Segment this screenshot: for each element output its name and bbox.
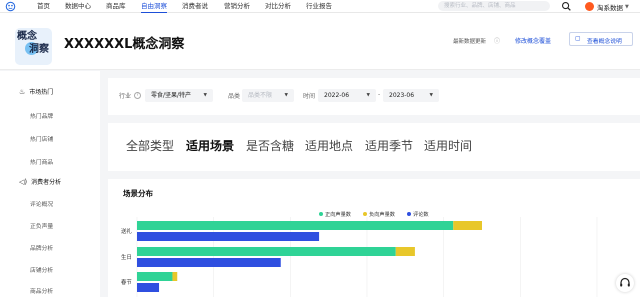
bar-positive bbox=[137, 247, 396, 256]
tab-3[interactable]: 适用地点 bbox=[305, 137, 353, 154]
category-label: 生日 bbox=[121, 253, 132, 261]
time-separator: - bbox=[378, 91, 381, 98]
industry-label: 行业 bbox=[119, 93, 132, 100]
app-logo-icon[interactable] bbox=[5, 1, 16, 12]
concept-insight-logo: 概念 洞察 bbox=[15, 28, 52, 65]
tab-4[interactable]: 适用季节 bbox=[365, 137, 413, 154]
help-icon[interactable]: ? bbox=[134, 92, 141, 99]
category-label: 品类 bbox=[228, 93, 241, 100]
support-button[interactable] bbox=[616, 274, 634, 292]
time-end-select[interactable]: 2023-06 ▼ bbox=[383, 89, 439, 102]
bar-reviews bbox=[137, 232, 320, 241]
logo-text-line2: 洞察 bbox=[29, 44, 49, 55]
bar-negative bbox=[172, 272, 178, 281]
sidebar-section-market[interactable]: ♨ 市场热门 bbox=[19, 87, 54, 97]
sidebar-item-product-analysis[interactable]: 商品分析 bbox=[30, 286, 53, 295]
caret-down-icon: ▼ bbox=[366, 93, 370, 98]
bar-reviews bbox=[137, 258, 281, 267]
nav-item-0[interactable]: 首页 bbox=[37, 0, 50, 13]
sidebar-item-hot-brands[interactable]: 热门品牌 bbox=[30, 111, 53, 120]
sidebar-item-shop-analysis[interactable]: 店铺分析 bbox=[30, 265, 53, 274]
caret-down-icon: ▼ bbox=[429, 93, 433, 98]
tab-0[interactable]: 全部类型 bbox=[126, 137, 174, 154]
category-select[interactable]: 品类不限 ▼ bbox=[242, 89, 294, 102]
tab-2[interactable]: 是否含糖 bbox=[246, 137, 294, 154]
logo-text-line1: 概念 bbox=[17, 31, 37, 42]
sidebar: ♨ 市场热门 热门品牌 热门店铺 热门商品 ◁) 消费者分析 评论概况 正负声量… bbox=[0, 71, 100, 297]
page-title: XXXXXXL概念洞察 bbox=[64, 37, 185, 52]
view-concept-button[interactable]: ▢ 查看概念说明 bbox=[569, 32, 633, 46]
nav-item-7[interactable]: 行业报告 bbox=[306, 0, 332, 13]
speaker-icon: ◁) bbox=[19, 177, 28, 186]
headset-icon bbox=[620, 277, 630, 287]
industry-value: 零食/坚果/特产 bbox=[151, 92, 192, 99]
nav-item-2[interactable]: 商品库 bbox=[106, 0, 126, 13]
brand-switcher[interactable]: 淘系数据 ▼ bbox=[585, 1, 629, 12]
legend-swatch bbox=[407, 212, 411, 216]
info-icon[interactable]: ⓘ bbox=[494, 36, 500, 45]
time-label: 时间 bbox=[303, 93, 316, 100]
sidebar-section-title: 消费者分析 bbox=[31, 179, 62, 186]
caret-down-icon: ▼ bbox=[203, 93, 207, 98]
brand-name: 淘系数据 bbox=[597, 3, 623, 12]
bar-positive bbox=[137, 272, 173, 281]
filter-bar: 行业 ? 零食/坚果/特产 ▼ 品类 品类不限 ▼ 时间 2022-06 ▼ -… bbox=[108, 78, 640, 115]
time-end-value: 2023-06 bbox=[389, 92, 415, 99]
search-input[interactable]: 搜索行业、品牌、店铺、商品 bbox=[438, 1, 550, 11]
legend-label: 评论数 bbox=[413, 210, 429, 218]
brand-logo-icon bbox=[585, 2, 594, 11]
search-icon[interactable] bbox=[561, 1, 572, 12]
sidebar-section-consumer[interactable]: ◁) 消费者分析 bbox=[19, 177, 62, 187]
page-header: 概念 洞察 XXXXXXL概念洞察 最新数据更新 ⓘ 修改概念覆盖 ▢ 查看概念… bbox=[0, 13, 640, 70]
nav-item-3[interactable]: 自由洞察 bbox=[141, 0, 167, 13]
bar-negative bbox=[395, 247, 415, 256]
legend-label: 负向声量数 bbox=[369, 210, 396, 218]
top-nav: 首页 数据中心 商品库 自由洞察 消费者说 营销分析 对比分析 行业报告 搜索行业、品牌、店铺… bbox=[0, 0, 640, 13]
modify-concept-button[interactable]: 修改概念覆盖 bbox=[515, 36, 551, 45]
tab-5[interactable]: 适用时间 bbox=[424, 137, 472, 154]
caret-down-icon: ▼ bbox=[284, 93, 288, 98]
bar-positive bbox=[137, 221, 454, 230]
bar-reviews bbox=[137, 283, 160, 292]
fire-icon: ♨ bbox=[19, 87, 26, 96]
scene-distribution-chart: 场景分布 正向声量数 负向声量数 评论数 送礼 生日 春节 bbox=[108, 179, 640, 297]
view-concept-label: 查看概念说明 bbox=[587, 39, 622, 45]
sidebar-item-sentiment[interactable]: 正负声量 bbox=[30, 221, 53, 230]
time-start-value: 2022-06 bbox=[324, 92, 350, 99]
legend-swatch bbox=[319, 212, 323, 216]
chevron-down-icon: ▼ bbox=[625, 3, 629, 10]
industry-select[interactable]: 零食/坚果/特产 ▼ bbox=[145, 89, 213, 102]
document-icon: ▢ bbox=[575, 35, 581, 42]
sidebar-item-review-overview[interactable]: 评论概况 bbox=[30, 199, 53, 208]
data-update-label: 最新数据更新 bbox=[453, 39, 487, 45]
scenario-tabs: 全部类型 适用场景 是否含糖 适用地点 适用季节 适用时间 bbox=[108, 123, 640, 171]
nav-item-6[interactable]: 对比分析 bbox=[265, 0, 291, 13]
tab-1[interactable]: 适用场景 bbox=[186, 137, 234, 154]
category-label: 春节 bbox=[121, 278, 132, 286]
sidebar-item-brand-analysis[interactable]: 品牌分析 bbox=[30, 243, 53, 252]
bar-negative bbox=[453, 221, 482, 230]
nav-item-5[interactable]: 营销分析 bbox=[224, 0, 250, 13]
chart-canvas: 正向声量数 负向声量数 评论数送礼生日春节 bbox=[121, 210, 598, 297]
time-start-select[interactable]: 2022-06 ▼ bbox=[318, 89, 376, 102]
nav-item-1[interactable]: 数据中心 bbox=[65, 0, 91, 13]
legend-swatch bbox=[363, 212, 367, 216]
sidebar-section-title: 市场热门 bbox=[29, 89, 54, 96]
sidebar-item-hot-shops[interactable]: 热门店铺 bbox=[30, 134, 53, 143]
nav-item-4[interactable]: 消费者说 bbox=[182, 0, 208, 13]
sidebar-item-hot-products[interactable]: 热门商品 bbox=[30, 157, 53, 166]
category-placeholder: 品类不限 bbox=[248, 92, 273, 99]
category-label: 送礼 bbox=[121, 227, 132, 235]
search-placeholder: 搜索行业、品牌、店铺、商品 bbox=[444, 3, 516, 9]
legend-label: 正向声量数 bbox=[325, 210, 352, 218]
